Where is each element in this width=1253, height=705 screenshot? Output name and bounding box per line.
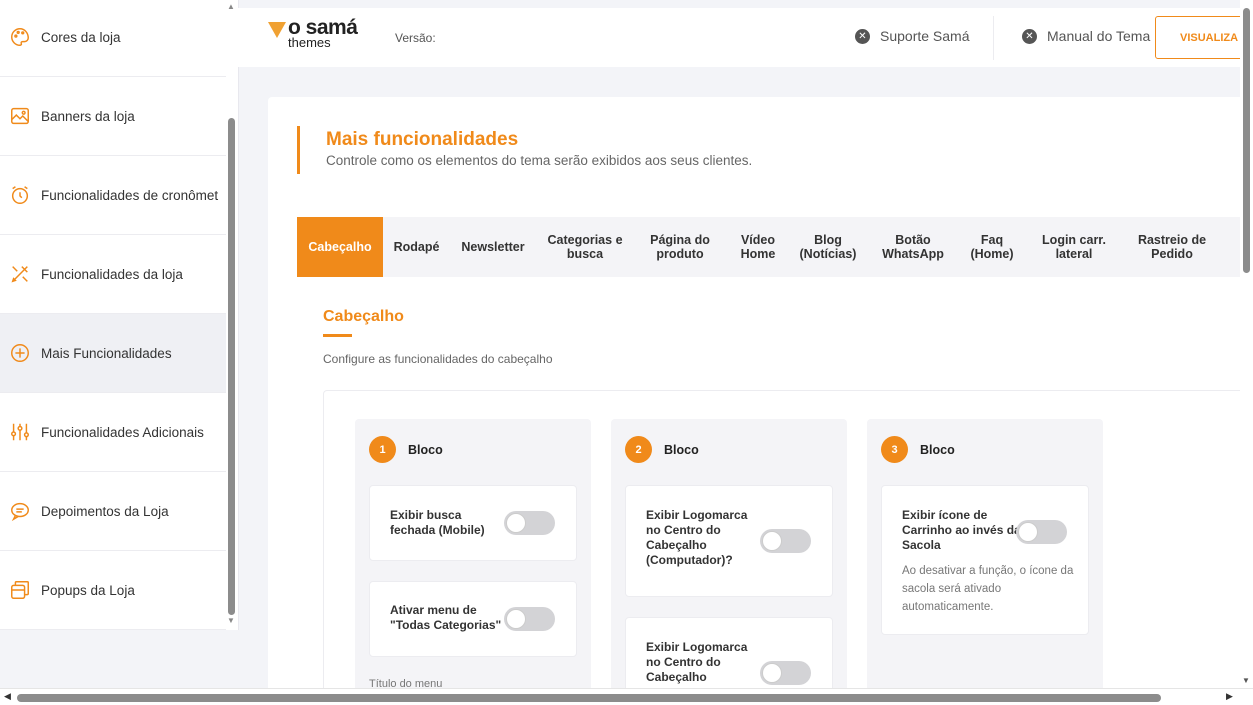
manual-icon: ✕ (1022, 28, 1037, 44)
tab-cabecalho[interactable]: Cabeçalho (297, 217, 383, 277)
sidebar-item-label: Funcionalidades da loja (41, 266, 183, 282)
sidebar-item-label: Depoimentos da Loja (41, 503, 169, 519)
bloco-2: 2 Bloco Exibir Logomarca no Centro do Ca… (611, 419, 847, 697)
tab-blog[interactable]: Blog (Notícias) (790, 217, 866, 277)
scroll-down-arrow-icon[interactable]: ▼ (1242, 676, 1250, 685)
bloco-number-badge: 1 (369, 436, 396, 463)
sidebar-item-mais-funcionalidades[interactable]: Mais Funcionalidades (0, 314, 226, 393)
sliders-icon (8, 420, 32, 444)
scroll-up-arrow-icon[interactable]: ▲ (227, 2, 235, 11)
sidebar-item-label: Popups da Loja (41, 582, 135, 598)
sidebar-item-label: Banners da loja (41, 108, 135, 124)
tab-botao-whatsapp[interactable]: Botão WhatsApp (866, 217, 960, 277)
top-header: o samá themes Versão: ✕ Suporte Samá ✕ M… (238, 8, 1245, 67)
alarm-clock-icon (8, 183, 32, 207)
section-title: Cabeçalho (323, 308, 404, 325)
bloco-number-badge: 3 (881, 436, 908, 463)
plus-circle-icon (8, 341, 32, 365)
sidebar: Cores da loja Banners da loja Funcionali… (0, 0, 238, 630)
page-title: Mais funcionalidades (326, 129, 519, 150)
bloco-label: Bloco (920, 442, 955, 457)
support-icon: ✕ (855, 28, 870, 44)
palette-icon (8, 25, 32, 49)
option-label: Ativar menu de "Todas Categorias" (390, 603, 502, 632)
tab-categorias-busca[interactable]: Categorias e busca (536, 217, 634, 277)
bloco-1: 1 Bloco Exibir busca fechada (Mobile) At… (355, 419, 591, 697)
preview-button[interactable]: VISUALIZA (1155, 16, 1245, 59)
tab-video-home[interactable]: Vídeo Home (726, 217, 790, 277)
tab-login-carrinho[interactable]: Login carr. lateral (1024, 217, 1124, 277)
option-card: Exibir Logomarca no Centro do Cabeçalho (625, 617, 833, 697)
toggle-logomarca-centro-computador[interactable] (760, 529, 811, 553)
scroll-right-arrow-icon[interactable]: ▶ (1226, 691, 1233, 702)
tab-rastreio-pedido[interactable]: Rastreio de Pedido (1124, 217, 1220, 277)
bloco-label: Bloco (664, 442, 699, 457)
page-horizontal-scrollbar[interactable]: ◀ ▶ (0, 688, 1253, 705)
logo: o samá themes (268, 17, 358, 49)
option-description: Ao desativar a função, o ícone da sacola… (902, 565, 1074, 613)
tab-newsletter[interactable]: Newsletter (450, 217, 536, 277)
version-label: Versão: (395, 31, 436, 45)
sidebar-item-label: Mais Funcionalidades (41, 345, 172, 361)
main-card: Mais funcionalidades Controle como os el… (268, 97, 1248, 697)
image-icon (8, 104, 32, 128)
sidebar-item-cores[interactable]: Cores da loja (0, 0, 226, 77)
support-link[interactable]: ✕ Suporte Samá (855, 28, 970, 44)
sidebar-item-cronometro[interactable]: Funcionalidades de cronômet (0, 156, 226, 235)
toggle-logomarca-centro[interactable] (760, 661, 811, 685)
option-label: Exibir Logomarca no Centro do Cabeçalho … (646, 508, 748, 567)
toggle-todas-categorias[interactable] (504, 607, 555, 631)
page-header: Mais funcionalidades Controle como os el… (297, 126, 752, 174)
option-label: Exibir ícone de Carrinho ao invés da Sac… (902, 508, 1021, 552)
sidebar-item-label: Funcionalidades de cronômet (41, 187, 219, 203)
option-label: Exibir Logomarca no Centro do Cabeçalho (646, 640, 748, 684)
tools-icon (8, 262, 32, 286)
header-divider (993, 16, 994, 60)
bloco-3: 3 Bloco Exibir ícone de Carrinho ao invé… (867, 419, 1103, 697)
tab-rodape[interactable]: Rodapé (383, 217, 450, 277)
page-horizontal-scroll-thumb[interactable] (17, 694, 1161, 702)
tab-bar: Cabeçalho Rodapé Newsletter Categorias e… (297, 217, 1248, 277)
chat-icon (8, 499, 32, 523)
sidebar-item-label: Funcionalidades Adicionais (41, 424, 204, 440)
sidebar-item-funcionalidades-adicionais[interactable]: Funcionalidades Adicionais (0, 393, 226, 472)
blocks-container: 1 Bloco Exibir busca fechada (Mobile) At… (323, 390, 1248, 697)
tab-pagina-produto[interactable]: Página do produto (634, 217, 726, 277)
sidebar-item-depoimentos[interactable]: Depoimentos da Loja (0, 472, 226, 551)
scroll-left-arrow-icon[interactable]: ◀ (4, 691, 11, 702)
sidebar-item-label: Cores da loja (41, 29, 121, 45)
sidebar-scroll-thumb[interactable] (228, 118, 235, 615)
manual-link[interactable]: ✕ Manual do Tema (1022, 28, 1150, 44)
toggle-busca-fechada[interactable] (504, 511, 555, 535)
page-vertical-scroll-thumb[interactable] (1243, 8, 1250, 273)
option-card: Exibir ícone de Carrinho ao invés da Sac… (881, 485, 1089, 635)
scroll-down-arrow-icon[interactable]: ▼ (227, 616, 235, 625)
manual-link-label: Manual do Tema (1047, 28, 1151, 44)
toggle-icone-carrinho[interactable] (1016, 520, 1067, 544)
option-label: Exibir busca fechada (Mobile) (390, 508, 485, 537)
bloco-number-badge: 2 (625, 436, 652, 463)
sidebar-item-popups[interactable]: Popups da Loja (0, 551, 226, 630)
page-subtitle: Controle como os elementos do tema serão… (326, 153, 753, 168)
popup-icon (8, 578, 32, 602)
sidebar-scrollbar[interactable]: ▲ ▼ (226, 0, 238, 630)
section-description: Configure as funcionalidades do cabeçalh… (323, 352, 553, 366)
sidebar-item-banners[interactable]: Banners da loja (0, 77, 226, 156)
option-card: Exibir Logomarca no Centro do Cabeçalho … (625, 485, 833, 597)
bloco-label: Bloco (408, 442, 443, 457)
tab-faq[interactable]: Faq (Home) (960, 217, 1024, 277)
page-vertical-scrollbar[interactable]: ▼ (1240, 0, 1253, 688)
section-title-underline (323, 334, 352, 337)
sidebar-item-funcionalidades-loja[interactable]: Funcionalidades da loja (0, 235, 226, 314)
logo-mark-icon (268, 22, 286, 38)
option-card: Exibir busca fechada (Mobile) (369, 485, 577, 561)
option-card: Ativar menu de "Todas Categorias" (369, 581, 577, 657)
tab-panel-cabecalho: Cabeçalho Configure as funcionalidades d… (297, 277, 1248, 697)
support-link-label: Suporte Samá (880, 28, 970, 44)
